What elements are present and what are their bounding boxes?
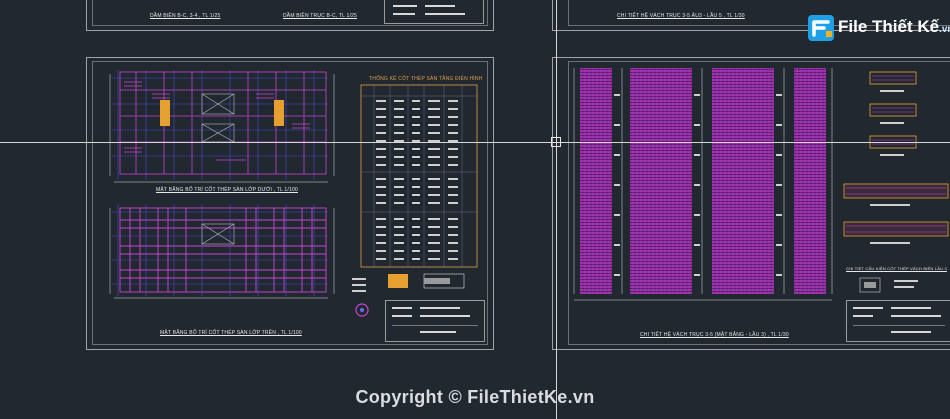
copyright-watermark: Copyright © FileThietKe.vn <box>355 387 595 407</box>
rebar-schedule-table <box>360 84 478 268</box>
top-caption-left-a: DẦM BIÊN B-C, 3-4 , TL 1/25 <box>150 13 221 19</box>
crosshair-vertical <box>556 0 557 419</box>
crosshair-horizontal <box>0 142 950 143</box>
top-caption-right: CHI TIẾT HỆ VÁCH TRỤC 3-5 ẢU3 - LẦU 5 , … <box>617 13 745 19</box>
top-left-title-block <box>384 0 484 24</box>
right-bottom-caption: CHI TIẾT HỆ VÁCH TRỤC 3-5 (MẶT BẰNG - LẦ… <box>640 332 789 338</box>
drawing-canvas[interactable]: DẦM BIÊN B-C, 3-4 , TL 1/25 DẦM BIÊN TRỤ… <box>0 0 950 419</box>
left-sheet-title-block <box>385 300 485 342</box>
logo-mark-icon <box>808 15 834 41</box>
section-details <box>843 71 949 244</box>
plan-bottom-caption: MẶT BẰNG BỐ TRÍ CỐT THÉP SÀN LỚP TRÊN , … <box>160 330 302 336</box>
cursor-pickbox <box>551 137 561 147</box>
logo-main-text: File Thiết Kế <box>838 17 940 36</box>
logo-text: File Thiết Kế.vn <box>838 17 950 37</box>
logo-tld-text: .vn <box>939 24 950 35</box>
filethietke-logo: File Thiết Kế.vn <box>806 11 950 45</box>
right-legend-block <box>859 277 918 293</box>
shear-wall-elevations <box>573 68 833 301</box>
slab-plan-top-layer <box>109 204 335 299</box>
rebar-table-title: THỐNG KÊ CỐT THÉP SÀN TẦNG ĐIỂN HÌNH <box>369 76 483 82</box>
slab-plan-bottom-layer <box>109 70 335 183</box>
detail-caption: CHI TIẾT CẤU KIỆN CỐT THÉP VÁCH BIÊN LẦU… <box>846 266 947 271</box>
plan-top-caption: MẶT BẰNG BỐ TRÍ CỐT THÉP SÀN LỚP DƯỚI , … <box>156 187 298 193</box>
right-sheet-title-block <box>846 300 950 342</box>
top-caption-left-b: DẦM BIÊN TRỤC B-C, TL 1/25 <box>283 13 358 19</box>
